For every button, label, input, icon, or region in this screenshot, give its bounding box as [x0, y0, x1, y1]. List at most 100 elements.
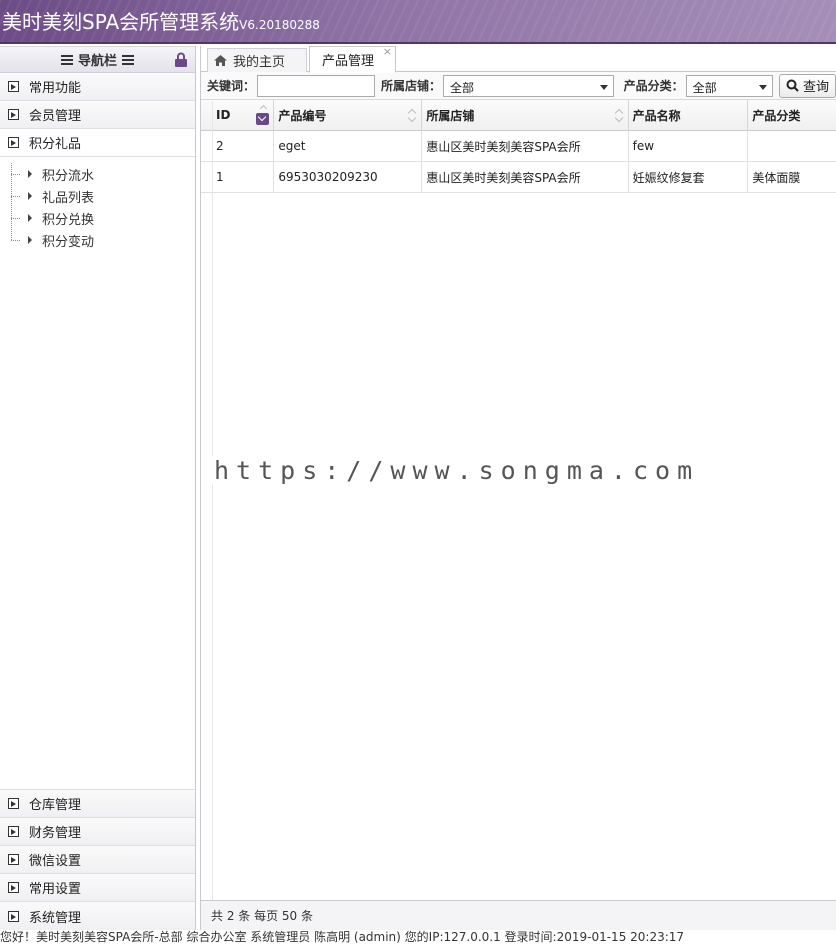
sidebar-item-gift-list[interactable]: 礼品列表 [10, 185, 195, 207]
column-header-id[interactable]: ID [212, 100, 275, 130]
app-header: 美时美刻SPA会所管理系统V6.20180288 [0, 0, 836, 44]
grid-pager: 共 2 条 每页 50 条 [201, 900, 836, 930]
search-toolbar: 关键词： 所属店铺： 全部 产品分类： 全部 查询 [201, 72, 836, 100]
tab-bar: 我的主页 产品管理 × [201, 45, 836, 73]
cell-category: 美体面膜 [752, 170, 801, 185]
keyword-input[interactable] [257, 74, 376, 97]
app-version: V6.20180288 [239, 18, 320, 32]
cell-id: 2 [212, 131, 275, 161]
store-select[interactable]: 全部 [443, 74, 614, 97]
sidebar-item-points-exchange[interactable]: 积分兑换 [10, 207, 195, 229]
sidebar-item-points-change[interactable]: 积分变动 [10, 229, 195, 251]
app-title: 美时美刻SPA会所管理系统V6.20180288 [2, 6, 320, 35]
points-submenu: 积分流水 礼品列表 积分兑换 积分变动 [0, 157, 195, 251]
chevron-down-icon [758, 84, 767, 90]
grid-gutter [212, 101, 213, 939]
tab-product-label: 产品管理 [322, 54, 375, 69]
cell-category [748, 131, 836, 161]
expand-icon [8, 882, 19, 893]
sidebar-item-label: 礼品列表 [42, 190, 95, 206]
caret-right-icon [28, 214, 32, 222]
menu-group-system[interactable]: 系统管理 [0, 902, 195, 930]
sidebar-item-label: 积分流水 [42, 168, 95, 184]
category-label: 产品分类： [623, 79, 684, 93]
menu-group-label: 常用功能 [29, 81, 82, 96]
cell-code: eget [274, 131, 423, 161]
column-header-category[interactable]: 产品分类 [748, 100, 836, 130]
column-header-label: 产品分类 [752, 108, 801, 123]
caret-right-icon [28, 170, 32, 178]
caret-right-icon [28, 236, 32, 244]
tab-home[interactable]: 我的主页 [207, 48, 307, 72]
expand-icon [8, 798, 19, 809]
sidebar-bottom-groups: 仓库管理 财务管理 微信设置 常用设置 系统管理 [0, 789, 195, 930]
menu-group-wechat[interactable]: 微信设置 [0, 846, 195, 874]
sidebar-item-label: 积分兑换 [42, 212, 95, 228]
menu-icon [60, 54, 73, 65]
menu-group-members[interactable]: 会员管理 [0, 101, 195, 129]
keyword-label: 关键词： [207, 79, 256, 93]
menu-group-label: 仓库管理 [29, 798, 82, 813]
close-icon[interactable]: × [383, 45, 392, 58]
store-label: 所属店铺： [381, 79, 442, 93]
sidebar-item-label: 积分变动 [42, 234, 95, 250]
store-select-value: 全部 [450, 80, 475, 95]
table-row[interactable]: 1 6953030209230 惠山区美时美刻美容SPA会所 妊娠纹修复套 美体… [201, 162, 836, 193]
app-title-text: 美时美刻SPA会所管理系统 [2, 10, 240, 34]
home-icon [214, 55, 227, 66]
search-button[interactable]: 查询 [778, 73, 836, 98]
column-header-label: 产品名称 [632, 108, 681, 123]
menu-group-label: 积分礼品 [29, 137, 82, 152]
nav-title: 导航栏 [77, 54, 117, 69]
tab-home-label: 我的主页 [233, 55, 286, 70]
cell-name: few [629, 131, 749, 161]
chevron-down-icon [599, 84, 608, 90]
search-icon [786, 79, 799, 92]
column-header-code[interactable]: 产品编号 [274, 100, 423, 130]
expand-icon [8, 109, 19, 120]
sort-icon [407, 108, 415, 122]
lock-icon[interactable] [175, 52, 187, 71]
menu-group-label: 会员管理 [29, 109, 82, 124]
menu-group-settings[interactable]: 常用设置 [0, 874, 195, 902]
caret-right-icon [28, 192, 32, 200]
expand-icon [8, 854, 19, 865]
expand-icon [8, 910, 19, 922]
status-bar: 您好！美时美刻美容SPA会所-总部 综合办公室 系统管理员 陈高明 (admin… [0, 930, 685, 944]
column-header-label: 所属店铺 [426, 108, 475, 123]
sort-up-icon [260, 104, 268, 113]
category-select[interactable]: 全部 [685, 74, 773, 97]
menu-group-label: 微信设置 [29, 854, 82, 869]
menu-group-common[interactable]: 常用功能 [0, 73, 195, 101]
sidebar-item-points-flow[interactable]: 积分流水 [10, 163, 195, 185]
menu-group-warehouse[interactable]: 仓库管理 [0, 790, 195, 818]
cell-code: 6953030209230 [274, 162, 423, 192]
expand-icon [8, 81, 19, 92]
menu-group-label: 常用设置 [29, 882, 82, 897]
column-header-label: ID [216, 108, 231, 122]
cell-id: 1 [212, 162, 275, 192]
table-row[interactable]: 2 eget 惠山区美时美刻美容SPA会所 few [201, 131, 836, 162]
sort-down-icon [256, 113, 270, 125]
column-header-label: 产品编号 [278, 108, 327, 123]
menu-group-finance[interactable]: 财务管理 [0, 818, 195, 846]
expand-icon [8, 826, 19, 837]
expand-icon [8, 137, 19, 148]
sidebar: 导航栏 常用功能 会员管理 积分礼品 积分流水 礼品列表 积分兑换 积分变动 仓… [0, 46, 196, 930]
cell-name: 妊娠纹修复套 [629, 162, 749, 192]
cell-store: 惠山区美时美刻美容SPA会所 [422, 131, 629, 161]
grid-header: ID 产品编号 所属店铺 产品名称 产品分类 [201, 100, 836, 131]
watermark: https://www.songma.com [208, 456, 706, 485]
category-select-value: 全部 [692, 80, 717, 95]
search-button-label: 查询 [802, 80, 829, 95]
menu-group-label: 系统管理 [29, 910, 82, 926]
sort-icon [614, 108, 622, 122]
menu-icon [122, 54, 134, 65]
tab-product-management[interactable]: 产品管理 × [309, 45, 396, 73]
column-header-name[interactable]: 产品名称 [629, 100, 749, 130]
menu-group-label: 财务管理 [29, 826, 82, 841]
main-panel: 我的主页 产品管理 × 关键词： 所属店铺： 全部 产品分类： 全部 查询 ID… [200, 45, 836, 939]
column-header-store[interactable]: 所属店铺 [422, 100, 629, 130]
menu-group-points[interactable]: 积分礼品 [0, 129, 195, 157]
cell-store: 惠山区美时美刻美容SPA会所 [422, 162, 629, 192]
